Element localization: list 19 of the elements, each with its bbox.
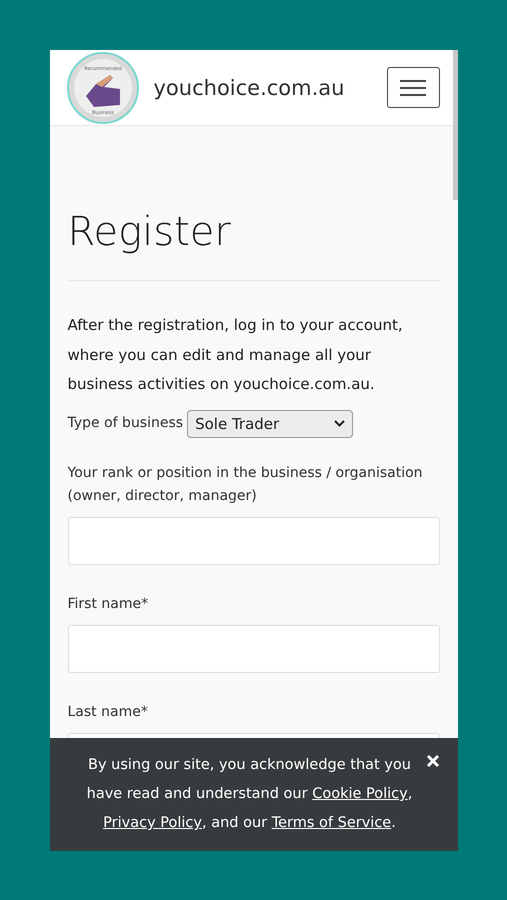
- close-icon: [426, 754, 440, 768]
- business-type-select[interactable]: Sole Trader: [187, 410, 354, 438]
- input-field[interactable]: [68, 516, 440, 564]
- field-label: Type of business: [68, 414, 184, 433]
- policy-link[interactable]: Privacy Policy: [103, 815, 202, 831]
- input-field[interactable]: [68, 624, 440, 672]
- scrollbar[interactable]: [452, 50, 458, 200]
- intro-text: After the registration, log in to your account, where you can edit and manage all your business activities on youchoice.com.au.: [68, 315, 404, 395]
- policy-link[interactable]: Cookie Policy: [312, 786, 408, 802]
- close-button[interactable]: [426, 754, 440, 768]
- policy-link[interactable]: Terms of Service: [272, 815, 392, 831]
- menu-button[interactable]: [386, 67, 440, 108]
- cookie-notice: By using our site, you acknowledge that you have read and understand our Cookie Policy, Privacy Policy, and our Terms of Service.: [86, 756, 414, 833]
- field-label: Your rank or position in the business / organisation (owner, director, manager): [68, 464, 424, 506]
- field-label: First name*: [68, 594, 150, 614]
- field-label: Last name*: [68, 702, 149, 722]
- page-title: Register: [68, 208, 232, 256]
- chevron-down-icon: [334, 420, 346, 427]
- site-name[interactable]: youchoice.com.au: [154, 76, 372, 100]
